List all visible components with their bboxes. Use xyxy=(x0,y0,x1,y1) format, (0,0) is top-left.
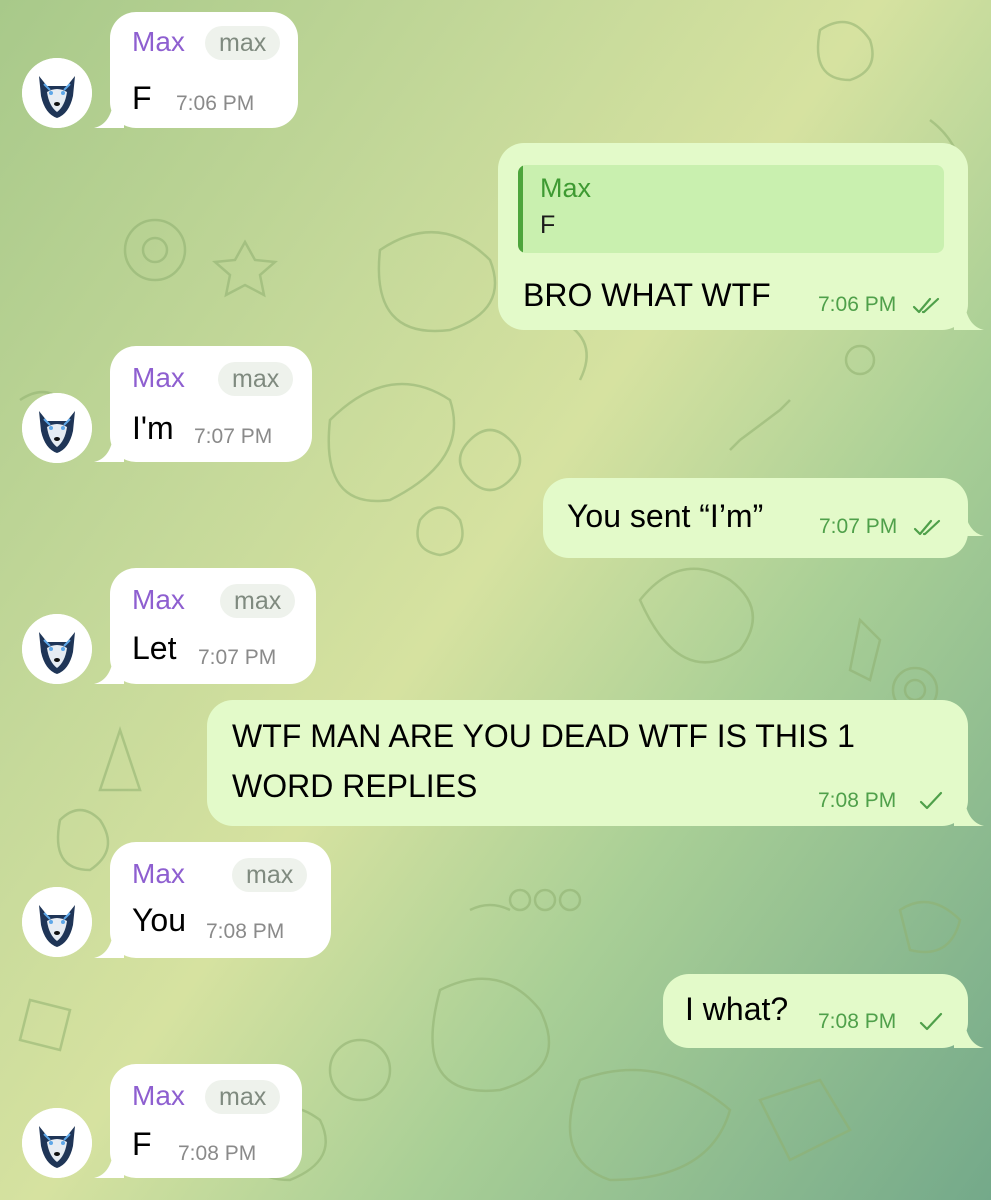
message-time: 7:06 PM xyxy=(818,293,897,316)
message-bubble-outgoing[interactable]: Max F BRO WHAT WTF 7:06 PM xyxy=(498,143,968,330)
message-time: 7:07 PM xyxy=(819,515,898,538)
message-bubble-incoming[interactable]: Max max Let 7:07 PM xyxy=(110,568,316,684)
reply-quote-text: F xyxy=(540,211,556,239)
message-bubble-outgoing[interactable]: You sent “I’m” 7:07 PM xyxy=(543,478,968,558)
message-text: You xyxy=(132,902,186,938)
avatar[interactable] xyxy=(22,393,92,463)
message-text: I'm xyxy=(132,410,174,446)
single-check-icon xyxy=(919,791,943,810)
husky-wolf-avatar-icon xyxy=(22,393,92,463)
reply-quote-sender: Max xyxy=(540,173,592,203)
message-time: 7:08 PM xyxy=(178,1142,257,1165)
sender-name: Max xyxy=(132,26,185,57)
sender-name: Max xyxy=(132,362,185,393)
avatar[interactable] xyxy=(22,1108,92,1178)
sender-tag: max xyxy=(205,26,281,60)
message-text: F xyxy=(132,1126,152,1162)
message-text-line-2: WORD REPLIES xyxy=(232,768,478,804)
husky-wolf-avatar-icon xyxy=(22,1108,92,1178)
husky-wolf-avatar-icon xyxy=(22,887,92,957)
sender-tag: max xyxy=(205,1080,281,1114)
avatar[interactable] xyxy=(22,887,92,957)
reply-quote-bar xyxy=(518,165,523,253)
message-text: Let xyxy=(132,630,177,666)
message-bubble-incoming[interactable]: Max max F 7:06 PM xyxy=(110,12,298,128)
message-time: 7:07 PM xyxy=(194,425,273,448)
husky-wolf-avatar-icon xyxy=(22,58,92,128)
message-time: 7:08 PM xyxy=(818,789,897,812)
message-bubble-incoming[interactable]: Max max F 7:08 PM xyxy=(110,1064,302,1178)
sender-name: Max xyxy=(132,1080,185,1111)
message-time: 7:07 PM xyxy=(198,646,277,669)
sender-name: Max xyxy=(132,584,185,615)
sender-tag: max xyxy=(220,584,296,618)
message-bubble-incoming[interactable]: Max max I'm 7:07 PM xyxy=(110,346,312,462)
message-text: I what? xyxy=(685,991,789,1027)
double-check-icon xyxy=(912,297,940,314)
sender-tag: max xyxy=(218,362,294,396)
single-check-icon xyxy=(919,1012,943,1031)
sender-tag: max xyxy=(232,858,308,892)
double-check-icon xyxy=(913,519,941,536)
husky-wolf-avatar-icon xyxy=(22,614,92,684)
message-bubble-outgoing[interactable]: I what? 7:08 PM xyxy=(663,974,968,1048)
message-bubble-incoming[interactable]: Max max You 7:08 PM xyxy=(110,842,331,958)
avatar[interactable] xyxy=(22,58,92,128)
message-time: 7:08 PM xyxy=(206,920,285,943)
message-text: F xyxy=(132,80,152,116)
message-time: 7:06 PM xyxy=(176,92,255,115)
avatar[interactable] xyxy=(22,614,92,684)
message-text: You sent “I’m” xyxy=(567,498,764,534)
sender-name: Max xyxy=(132,858,185,889)
message-bubble-outgoing[interactable]: WTF MAN ARE YOU DEAD WTF IS THIS 1 WORD … xyxy=(207,700,968,826)
message-text: BRO WHAT WTF xyxy=(523,277,771,313)
reply-quote[interactable]: Max F xyxy=(518,165,944,253)
message-time: 7:08 PM xyxy=(818,1010,897,1033)
message-text-line-1: WTF MAN ARE YOU DEAD WTF IS THIS 1 xyxy=(232,718,855,754)
